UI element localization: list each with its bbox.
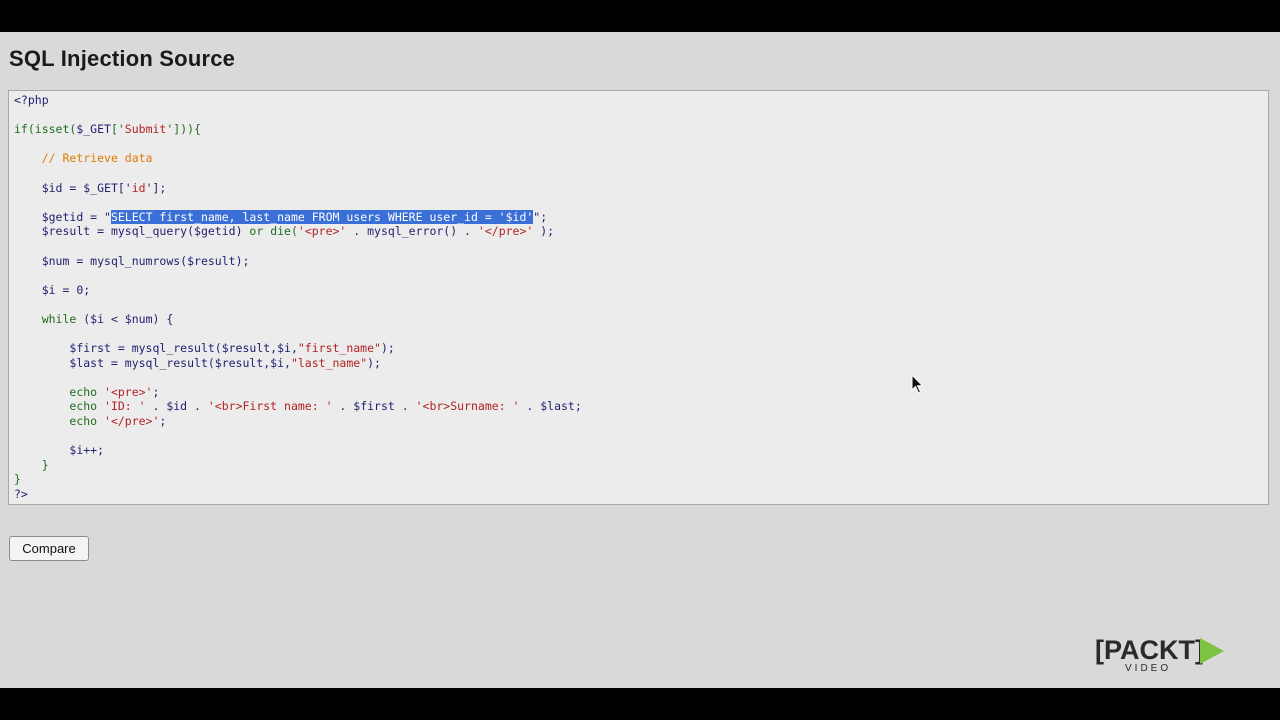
code-token: $i++; — [69, 443, 105, 458]
mouse-pointer-icon — [911, 374, 924, 394]
code-line: $id = $_GET['id']; — [14, 181, 582, 196]
code-token: [' — [110, 122, 125, 137]
page-title: SQL Injection Source — [9, 46, 236, 71]
code-token: '<br>Surname: ' — [415, 399, 520, 414]
code-token: ?> — [14, 487, 28, 502]
code-line: while ($i < $num) { — [14, 312, 582, 327]
code-line: $i++; — [14, 443, 582, 458]
letterbox-top — [0, 0, 1280, 32]
code-token: while — [41, 311, 77, 326]
code-line: $first = mysql_result($result,$i,"first_… — [14, 341, 582, 356]
code-token: id — [131, 180, 146, 195]
code-line: $num = mysql_numrows($result); — [14, 254, 582, 269]
code-token: . $id . — [145, 399, 208, 414]
code-line: $i = 0; — [14, 283, 582, 298]
code-token: ; — [159, 414, 167, 429]
code-token: ); — [380, 341, 395, 356]
compare-button[interactable]: Compare — [9, 536, 89, 561]
code-token: $getid = " — [41, 209, 111, 224]
code-token: '])){ — [166, 122, 201, 137]
code-line: echo '<pre>'; — [14, 385, 582, 400]
code-token: or die( — [249, 224, 298, 239]
code-token: $_GET — [76, 122, 111, 137]
code-token: 'ID: ' — [104, 399, 146, 414]
code-token: if(isset( — [14, 122, 77, 137]
code-token: $num = mysql_numrows($result); — [41, 253, 250, 268]
logo-sub-text: VIDEO — [1125, 663, 1172, 674]
code-token: echo — [69, 384, 105, 399]
code-token: Submit — [124, 122, 167, 137]
code-token: "last_name" — [290, 355, 368, 370]
code-token: echo — [69, 399, 105, 414]
code-token: } — [14, 472, 21, 487]
code-token: . $first . — [332, 399, 416, 414]
code-line: $getid = "SELECT first_name, last_name F… — [14, 209, 582, 225]
code-line: } — [14, 472, 582, 487]
code-token: $i = 0; — [41, 282, 91, 297]
code-token: '</pre>' — [477, 224, 534, 239]
code-token: echo — [69, 414, 105, 429]
code-token: "first_name" — [297, 341, 381, 356]
code-line: <?php — [14, 93, 582, 108]
selected-sql-text: SELECT first_name, last_name FROM users … — [110, 209, 534, 224]
code-line: echo 'ID: ' . $id . '<br>First name: ' .… — [14, 399, 582, 414]
page: SQL Injection Source <?php if(isset($_GET… — [0, 32, 1280, 688]
code-token: . $last; — [519, 399, 582, 414]
code-line: $result = mysql_query($getid) or die('<p… — [14, 224, 582, 239]
code-token: $last = mysql_result($result,$i, — [69, 355, 291, 370]
code-token: $first = mysql_result($result,$i, — [69, 341, 298, 356]
code-line: echo '</pre>'; — [14, 414, 582, 429]
source-code: <?php if(isset($_GET['Submit'])){ // Retr… — [14, 93, 582, 502]
code-token: '<pre>' — [297, 224, 347, 239]
letterbox-bottom — [0, 688, 1280, 720]
code-token: ); — [367, 355, 381, 370]
code-token: // Retrieve data — [41, 151, 153, 166]
play-triangle-icon — [1200, 638, 1224, 664]
code-token: ($i < $num) { — [76, 311, 174, 326]
packt-video-logo: [PACKT] VIDEO — [1095, 633, 1225, 679]
code-token: } — [41, 457, 49, 472]
code-token: <?php — [14, 93, 49, 107]
code-token: $id = $_GET[' — [41, 180, 132, 195]
code-token: ; — [152, 384, 160, 399]
code-line: // Retrieve data — [14, 151, 582, 166]
code-token: "; — [533, 209, 548, 224]
logo-brand-text: [PACKT] — [1095, 635, 1204, 665]
code-token: '<br>First name: ' — [207, 399, 333, 414]
code-token: '</pre>' — [104, 414, 160, 429]
code-line: } — [14, 458, 582, 473]
code-token: $result = mysql_query($getid) — [41, 224, 250, 239]
code-token: . mysql_error() . — [346, 224, 478, 239]
code-token: ); — [533, 224, 555, 239]
code-line: if(isset($_GET['Submit'])){ — [14, 122, 582, 137]
code-token: '<pre>' — [104, 384, 153, 399]
source-code-panel: <?php if(isset($_GET['Submit'])){ // Retr… — [8, 90, 1269, 505]
code-line: ?> — [14, 487, 582, 502]
code-line: $last = mysql_result($result,$i,"last_na… — [14, 356, 582, 371]
code-token: ']; — [145, 180, 167, 195]
